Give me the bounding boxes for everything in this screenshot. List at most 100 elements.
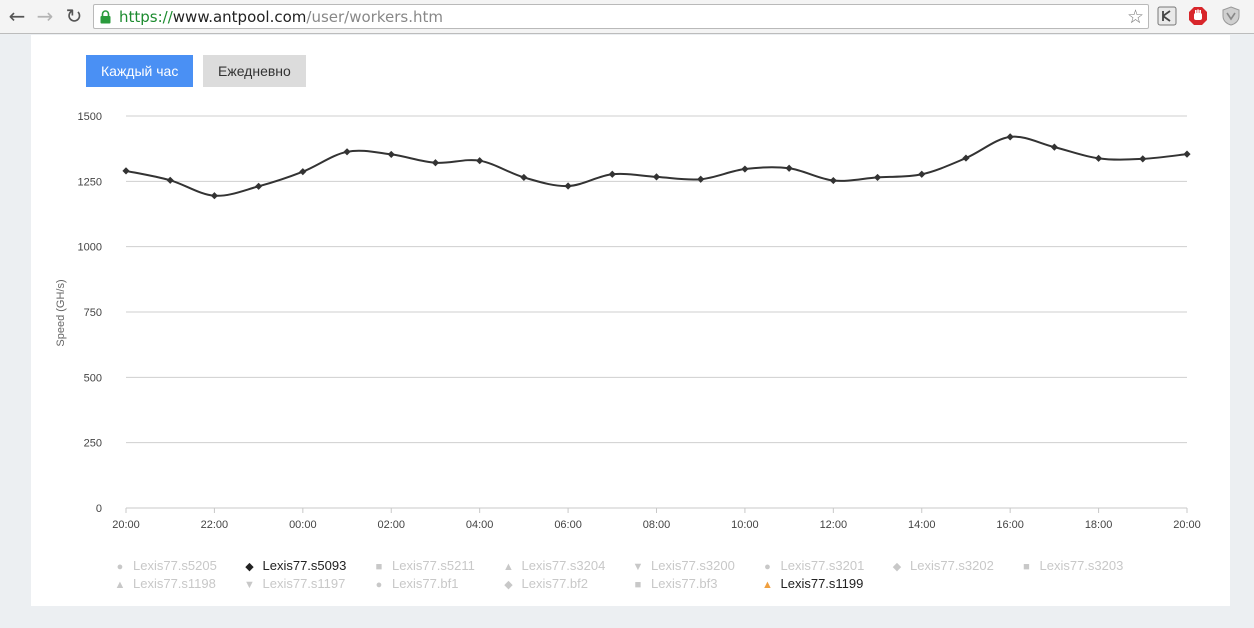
data-point[interactable]	[166, 176, 174, 184]
back-icon[interactable]: ←	[6, 5, 28, 27]
legend-label: Lexis77.s1197	[262, 576, 346, 591]
x-tick-label: 12:00	[820, 519, 848, 531]
legend-label: Lexis77.s5211	[392, 558, 475, 573]
legend-marker-icon: ●	[116, 561, 124, 573]
lock-icon	[100, 10, 111, 24]
y-tick-label: 0	[96, 503, 102, 515]
data-point[interactable]	[608, 170, 616, 178]
data-point[interactable]	[785, 164, 793, 172]
chart-series	[122, 133, 1191, 200]
legend-marker-icon: ●	[375, 579, 383, 591]
legend-item[interactable]: ■ Lexis77.bf3	[629, 575, 718, 594]
series-line	[125, 135, 1188, 197]
workers-card: Каждый час Ежедневно 0 250 500 750 1000 1250 1…	[31, 35, 1230, 606]
legend-label: Lexis77.s1198	[133, 576, 216, 591]
legend-item[interactable]: ● Lexis77.bf1	[370, 575, 459, 594]
data-point[interactable]	[1094, 154, 1103, 162]
legend-label: Lexis77.bf3	[651, 576, 718, 591]
url-host: www.antpool.com	[172, 8, 307, 26]
url-text: https://www.antpool.com/user/workers.htm	[119, 8, 443, 26]
adblock-extension-icon[interactable]	[1188, 6, 1208, 26]
legend-marker-icon: ▲	[114, 579, 126, 591]
legend-marker-icon: ▲	[762, 579, 773, 591]
bookmark-star-icon[interactable]: ☆	[1127, 6, 1144, 28]
data-point[interactable]	[343, 148, 351, 156]
legend-item[interactable]: ● Lexis77.s3201	[759, 557, 865, 576]
legend-item[interactable]: ■ Lexis77.s5211	[370, 557, 475, 576]
data-point[interactable]	[299, 168, 307, 176]
x-tick-label: 06:00	[554, 519, 582, 531]
url-path: /user/workers.htm	[306, 8, 443, 26]
x-tick-label: 10:00	[731, 519, 759, 531]
y-axis: 0 250 500 750 1000 1250 1500	[78, 111, 102, 515]
legend-item[interactable]: ◆ Lexis77.s5093	[241, 557, 347, 576]
data-point[interactable]	[122, 167, 130, 175]
legend-label: Lexis77.s3200	[651, 558, 735, 573]
legend-marker-icon: ◆	[892, 561, 902, 573]
legend-marker-icon: ■	[1023, 561, 1030, 573]
data-point[interactable]	[564, 182, 572, 190]
legend-marker-icon: ■	[375, 561, 383, 573]
legend-marker-icon: ▲	[503, 561, 514, 573]
x-tick-label: 18:00	[1085, 519, 1113, 531]
data-point[interactable]	[652, 173, 661, 181]
data-point[interactable]	[1050, 143, 1058, 151]
legend-marker-icon: ●	[764, 561, 771, 573]
legend-label: Lexis77.s3202	[910, 558, 994, 573]
data-point[interactable]	[741, 165, 749, 173]
legend-label: Lexis77.bf1	[392, 576, 459, 591]
x-tick-label: 04:00	[466, 519, 494, 531]
x-tick-label: 14:00	[908, 519, 936, 531]
x-tick-label: 20:00	[1173, 519, 1201, 531]
data-point[interactable]	[520, 173, 528, 182]
legend-item[interactable]: ◆ Lexis77.s3202	[888, 557, 994, 576]
x-tick-label: 16:00	[996, 519, 1024, 531]
data-point[interactable]	[829, 176, 837, 185]
data-point[interactable]	[918, 170, 926, 178]
y-axis-label: Speed (GH/s)	[55, 279, 67, 346]
data-point[interactable]	[1006, 133, 1014, 141]
legend-item[interactable]: ● Lexis77.s5205	[111, 557, 217, 576]
shield-extension-icon[interactable]	[1221, 6, 1241, 26]
browser-toolbar: ← → ↻ https://www.antpool.com/user/worke…	[0, 0, 1254, 34]
y-tick-label: 750	[84, 307, 102, 319]
data-point[interactable]	[431, 159, 440, 167]
x-tick-label: 22:00	[201, 519, 229, 531]
legend-marker-icon: ▼	[632, 561, 644, 573]
data-point[interactable]	[387, 150, 395, 159]
data-point[interactable]	[1183, 150, 1191, 158]
forward-icon[interactable]: →	[34, 5, 56, 27]
data-point[interactable]	[476, 157, 484, 165]
address-bar[interactable]: https://www.antpool.com/user/workers.htm…	[93, 4, 1149, 29]
legend-item[interactable]: ■ Lexis77.s3203	[1018, 557, 1124, 576]
speed-chart: 0 250 500 750 1000 1250 1500 20:00 22:00 00:00 02…	[55, 111, 1201, 531]
legend-item[interactable]: ▲ Lexis77.s3204	[500, 557, 605, 576]
data-point[interactable]	[210, 192, 219, 200]
legend-item[interactable]: ▲ Lexis77.s1198	[111, 575, 216, 594]
legend-label: Lexis77.s3201	[780, 558, 865, 573]
data-point[interactable]	[873, 173, 882, 182]
legend-label: Lexis77.s5093	[262, 558, 347, 573]
x-tick-label: 00:00	[289, 519, 317, 531]
legend-item[interactable]: ▼ Lexis77.s1197	[241, 575, 346, 594]
data-point[interactable]	[962, 154, 970, 162]
legend-marker-icon: ■	[634, 579, 642, 591]
legend-item[interactable]: ▲ Lexis77.s1199	[759, 575, 864, 594]
reload-icon[interactable]: ↻	[63, 5, 85, 27]
y-tick-label: 250	[84, 438, 102, 450]
y-tick-label: 1000	[78, 242, 102, 254]
data-point[interactable]	[1139, 155, 1147, 163]
legend-marker-icon: ◆	[504, 579, 513, 591]
x-tick-label: 08:00	[643, 519, 671, 531]
legend-label: Lexis77.s1199	[780, 576, 864, 591]
legend-item[interactable]: ▼ Lexis77.s3200	[629, 557, 735, 576]
data-point[interactable]	[255, 182, 263, 190]
kaspersky-extension-icon[interactable]	[1157, 6, 1177, 26]
legend-marker-icon: ▼	[244, 579, 255, 591]
legend-item[interactable]: ◆ Lexis77.bf2	[500, 575, 588, 594]
legend-label: Lexis77.s5205	[133, 558, 217, 573]
x-axis: 20:00 22:00 00:00 02:00 04:00 06:00 08:00 10:00…	[112, 508, 1201, 531]
y-tick-label: 1250	[78, 176, 102, 188]
legend-marker-icon: ◆	[245, 561, 254, 573]
legend-label: Lexis77.s3203	[1039, 558, 1124, 573]
